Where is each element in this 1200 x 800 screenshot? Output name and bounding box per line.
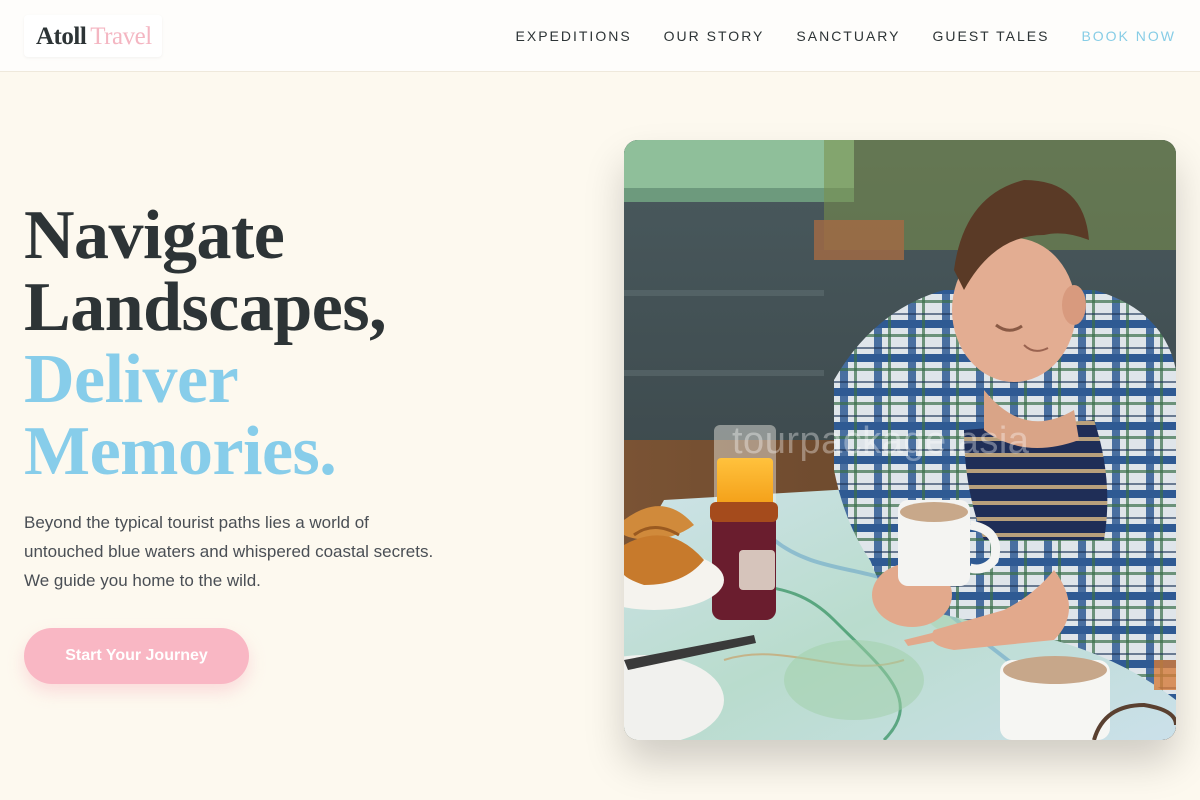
nav-expeditions[interactable]: EXPEDITIONS xyxy=(516,28,632,44)
logo-word-atoll: Atoll xyxy=(36,22,87,50)
hero-title-line-2: Landscapes, xyxy=(24,269,387,346)
hero-description: Beyond the typical tourist paths lies a … xyxy=(24,513,434,590)
logo-word-travel: Travel xyxy=(90,22,152,50)
start-journey-button[interactable]: Start Your Journey xyxy=(24,628,249,684)
main-nav: EXPEDITIONS OUR STORY SANCTUARY GUEST TA… xyxy=(516,28,1176,44)
hero-title-line-4: Memories. xyxy=(24,413,337,490)
watermark: tourpackage.asia xyxy=(732,420,1030,462)
nav-book-now[interactable]: BOOK NOW xyxy=(1081,28,1176,44)
nav-guest-tales[interactable]: GUEST TALES xyxy=(933,28,1050,44)
hero-title: Navigate Landscapes, Deliver Memories. xyxy=(24,200,544,488)
hero-photo: tourpackage.asia xyxy=(624,140,1176,740)
hero-title-line-3: Deliver xyxy=(24,341,239,418)
nav-our-story[interactable]: OUR STORY xyxy=(664,28,765,44)
site-header: Atoll Travel EXPEDITIONS OUR STORY SANCT… xyxy=(0,0,1200,72)
nav-sanctuary[interactable]: SANCTUARY xyxy=(796,28,900,44)
logo[interactable]: Atoll Travel xyxy=(24,14,162,57)
hero-title-line-1: Navigate xyxy=(24,197,285,274)
